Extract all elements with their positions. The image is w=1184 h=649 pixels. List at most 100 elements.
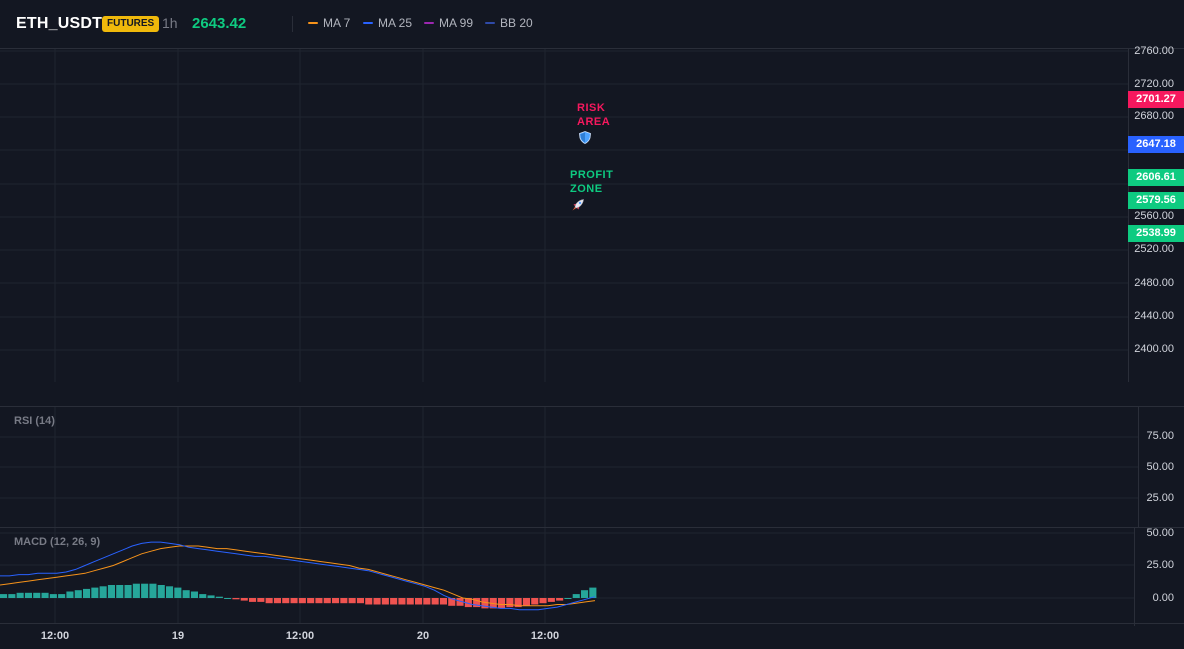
pane-border-top	[0, 48, 1184, 49]
histogram-bar	[282, 598, 290, 604]
histogram-bar	[0, 594, 8, 598]
histogram-bar	[423, 598, 431, 605]
histogram-bar	[116, 585, 124, 598]
price-tick: 2720.00	[1134, 78, 1174, 90]
histogram-bar	[199, 594, 207, 598]
histogram-bar	[124, 585, 132, 598]
pane-border-rsi	[0, 406, 1184, 407]
histogram-bar	[356, 598, 364, 604]
target-price-marker: 2538.99	[1128, 225, 1184, 242]
chart-grid	[0, 48, 1138, 623]
histogram-bar	[207, 595, 215, 598]
risk-price-marker: 2701.27	[1128, 91, 1184, 108]
rsi-pane-label[interactable]: RSI (14)	[14, 415, 55, 427]
histogram-bar	[307, 598, 315, 604]
histogram-bar	[33, 592, 41, 598]
rsi-tick: 25.00	[1146, 492, 1174, 504]
histogram-bar	[273, 598, 281, 604]
histogram-bar	[365, 598, 373, 605]
histogram-bar	[298, 598, 306, 604]
risk-area-annotation[interactable]: RISK AREA	[577, 101, 610, 129]
price-tick: 2400.00	[1134, 343, 1174, 355]
histogram-bar	[431, 598, 439, 605]
current-price-marker: 2647.18	[1128, 136, 1184, 153]
histogram-bar	[265, 598, 273, 604]
histogram-bar	[257, 598, 265, 602]
histogram-bar	[390, 598, 398, 605]
pane-border-macd	[0, 527, 1184, 528]
time-label: 12:00	[285, 630, 315, 642]
chart-canvas[interactable]	[0, 0, 1184, 649]
histogram-bar	[66, 591, 74, 598]
histogram-bar	[232, 598, 240, 600]
shield-icon	[579, 131, 591, 144]
histogram-bar	[107, 585, 115, 598]
target-price-marker: 2606.61	[1128, 169, 1184, 186]
price-tick: 2440.00	[1134, 310, 1174, 322]
price-tick: 2680.00	[1134, 110, 1174, 122]
histogram-bar	[166, 586, 174, 598]
histogram-bar	[132, 583, 140, 598]
histogram-bar	[332, 598, 340, 604]
histogram-bar	[249, 598, 257, 602]
histogram-bar	[340, 598, 348, 604]
histogram-bar	[556, 598, 564, 601]
histogram-bar	[91, 587, 99, 598]
histogram-bar	[564, 598, 572, 599]
histogram-bar	[572, 594, 580, 598]
target-price-marker: 2579.56	[1128, 192, 1184, 209]
time-label: 12:00	[40, 630, 70, 642]
histogram-bar	[58, 594, 66, 598]
histogram-bar	[157, 585, 165, 598]
histogram-bar	[224, 598, 232, 599]
time-label: 12:00	[530, 630, 560, 642]
price-tick: 2520.00	[1134, 243, 1174, 255]
histogram-bar	[49, 594, 57, 598]
histogram-bar	[16, 592, 24, 598]
histogram-bar	[539, 598, 547, 604]
histogram-bar	[240, 598, 248, 601]
histogram-bar	[99, 586, 107, 598]
histogram-bar	[290, 598, 298, 604]
macd-axis-border	[1134, 528, 1135, 626]
macd-tick: 25.00	[1146, 559, 1174, 571]
price-tick: 2480.00	[1134, 277, 1174, 289]
histogram-bar	[415, 598, 423, 605]
histogram-bar	[522, 598, 530, 606]
rocket-icon	[572, 199, 584, 211]
histogram-bar	[439, 598, 447, 605]
histogram-bar	[381, 598, 389, 605]
profit-zone-label-1: PROFIT	[570, 169, 614, 181]
rsi-axis-border	[1138, 407, 1139, 527]
histogram-bar	[174, 587, 182, 598]
macd-tick: 0.00	[1152, 592, 1174, 604]
histogram-bar	[323, 598, 331, 604]
histogram-bar	[348, 598, 356, 604]
histogram-bar	[398, 598, 406, 605]
histogram-bar	[8, 594, 16, 598]
histogram-bar	[373, 598, 381, 605]
histogram-bar	[315, 598, 323, 604]
histogram-bar	[406, 598, 414, 605]
macd-pane-label[interactable]: MACD (12, 26, 9)	[14, 536, 100, 548]
rsi-tick: 75.00	[1146, 430, 1174, 442]
macd-tick: 50.00	[1146, 527, 1174, 539]
histogram-bar	[74, 590, 82, 598]
risk-area-label-1: RISK	[577, 102, 606, 114]
histogram-bar	[547, 598, 555, 602]
histogram-bar	[41, 592, 49, 598]
time-label: 19	[171, 630, 185, 642]
histogram-bar	[581, 590, 589, 598]
pane-border-time	[0, 623, 1184, 624]
profit-zone-annotation[interactable]: PROFIT ZONE	[570, 168, 613, 196]
histogram-bar	[589, 587, 597, 598]
histogram-bar	[498, 598, 506, 609]
profit-zone-label-2: ZONE	[570, 183, 603, 195]
histogram-bar	[531, 598, 539, 605]
price-tick: 2760.00	[1134, 45, 1174, 57]
histogram-bar	[506, 598, 514, 608]
histogram-bar	[83, 588, 91, 598]
rsi-tick: 50.00	[1146, 461, 1174, 473]
histogram-bar	[182, 590, 190, 598]
histogram-bar	[215, 596, 223, 598]
